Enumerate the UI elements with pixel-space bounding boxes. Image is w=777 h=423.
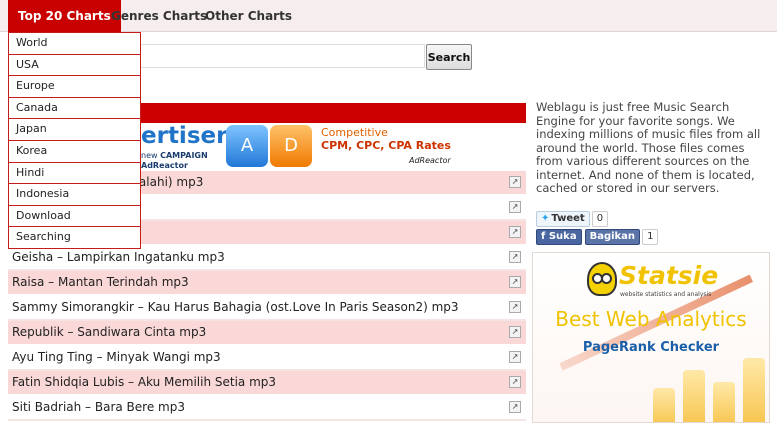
download-icon[interactable]: ↗ (509, 251, 521, 263)
statsie-subline: PageRank Checker (582, 340, 720, 355)
statsie-headline: Best Web Analytics (555, 307, 747, 331)
ad-campaign-text: new CAMPAIGN (141, 151, 208, 160)
ad-tile-d: D (270, 125, 312, 167)
statsie-ad-banner[interactable]: Statsie website statistics and analysis … (532, 252, 770, 423)
download-icon[interactable]: ↗ (509, 326, 521, 338)
dropdown-item-world[interactable]: World (8, 32, 141, 55)
download-icon[interactable]: ↗ (509, 351, 521, 363)
search-button[interactable]: Search (426, 44, 472, 70)
chart-bar-decoration (683, 370, 705, 422)
statsie-mascot-icon (587, 262, 617, 296)
dropdown-item-indonesia[interactable]: Indonesia (8, 183, 141, 206)
download-icon[interactable]: ↗ (509, 401, 521, 413)
download-icon[interactable]: ↗ (509, 376, 521, 388)
download-icon[interactable]: ↗ (509, 276, 521, 288)
facebook-share: f Suka Bagikan 1 (536, 226, 659, 245)
tweet-button[interactable]: ✦ Tweet (536, 210, 590, 227)
dropdown-item-usa[interactable]: USA (8, 53, 141, 77)
song-row[interactable]: Ayu Ting Ting – Minyak Wangi mp3 ↗ (8, 346, 526, 371)
song-title[interactable]: Fatin Shidqia Lubis – Aku Memilih Setia … (12, 375, 276, 389)
song-title[interactable]: Republik – Sandiwara Cinta mp3 (12, 325, 206, 339)
dropdown-item-japan[interactable]: Japan (8, 118, 141, 141)
twitter-bird-icon: ✦ (541, 212, 550, 224)
dropdown-item-europe[interactable]: Europe (8, 75, 141, 98)
song-row[interactable]: Siti Badriah – Bara Bere mp3 ↗ (8, 396, 526, 421)
song-row[interactable]: Raisa – Mantan Terindah mp3 ↗ (8, 271, 526, 296)
ad-adreactor-line: AdReactor (141, 161, 188, 170)
ad-tile-a: A (226, 125, 268, 167)
ad-competitive-text: Competitive (321, 126, 388, 139)
song-title[interactable]: Geisha – Lampirkan Ingatanku mp3 (12, 250, 225, 264)
song-title[interactable]: Siti Badriah – Bara Bere mp3 (12, 400, 185, 414)
statsie-tagline: website statistics and analysis (620, 291, 712, 298)
dropdown-item-download[interactable]: Download (8, 204, 141, 228)
search-input[interactable] (141, 44, 425, 68)
statsie-logo-text: Statsie (619, 261, 719, 290)
tab-other-charts[interactable]: Other Charts (205, 0, 292, 32)
chart-bar-decoration (653, 388, 675, 422)
song-row[interactable]: Sammy Simorangkir – Kau Harus Bahagia (o… (8, 296, 526, 321)
download-icon[interactable]: ↗ (509, 226, 521, 238)
dropdown-item-canada[interactable]: Canada (8, 96, 141, 120)
song-title[interactable]: Ayu Ting Ting – Minyak Wangi mp3 (12, 350, 221, 364)
top-20-charts-dropdown: World USA Europe Canada Japan Korea Hind… (8, 32, 141, 249)
advertisers-ad-banner[interactable]: ertisers new CAMPAIGN AdReactor A D Comp… (141, 123, 526, 171)
facebook-icon: f (541, 230, 546, 242)
dropdown-item-searching[interactable]: Searching (8, 226, 141, 249)
share-count: 1 (642, 228, 659, 245)
ad-rates-text: CPM, CPC, CPA Rates (321, 139, 451, 152)
facebook-share-button[interactable]: Bagikan (584, 228, 641, 245)
dropdown-item-korea[interactable]: Korea (8, 139, 141, 163)
download-icon[interactable]: ↗ (509, 301, 521, 313)
dropdown-item-hindi[interactable]: Hindi (8, 161, 141, 185)
song-row[interactable]: Republik – Sandiwara Cinta mp3 ↗ (8, 321, 526, 346)
chart-bar-decoration (743, 358, 765, 422)
song-row[interactable]: Fatin Shidqia Lubis – Aku Memilih Setia … (8, 371, 526, 396)
song-title[interactable]: Sammy Simorangkir – Kau Harus Bahagia (o… (12, 300, 459, 314)
tweet-count: 0 (591, 210, 609, 227)
top-navigation: Top 20 Charts Genres Charts Other Charts (0, 0, 777, 32)
chart-bar-decoration (713, 382, 735, 422)
ad-brand-logo: AdReactor (409, 156, 451, 165)
song-row[interactable]: Geisha – Lampirkan Ingatanku mp3 ↗ (8, 246, 526, 271)
about-text: Weblagu is just free Music Search Engine… (536, 101, 761, 195)
download-icon[interactable]: ↗ (509, 201, 521, 213)
download-icon[interactable]: ↗ (509, 176, 521, 188)
facebook-like-button[interactable]: f Suka (536, 228, 582, 245)
tab-genres-charts[interactable]: Genres Charts (111, 0, 207, 32)
tab-top-20-charts[interactable]: Top 20 Charts (8, 0, 121, 32)
tweet-share: ✦ Tweet 0 (536, 208, 609, 227)
song-title[interactable]: Raisa – Mantan Terindah mp3 (12, 275, 189, 289)
